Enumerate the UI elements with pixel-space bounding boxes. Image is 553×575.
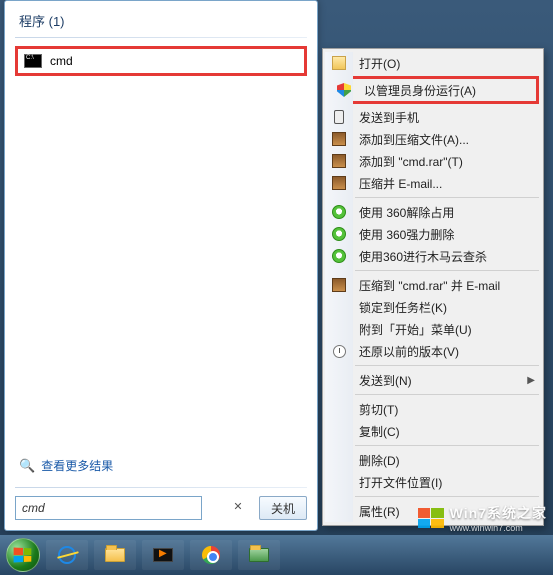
menu-delete[interactable]: 删除(D) bbox=[325, 449, 541, 471]
start-button[interactable] bbox=[6, 538, 40, 572]
menu-add-to-archive-label: 添加到压缩文件(A)... bbox=[359, 131, 469, 148]
program-result-cmd[interactable]: cmd bbox=[18, 52, 304, 70]
taskbar bbox=[0, 535, 553, 575]
360-icon bbox=[331, 248, 347, 264]
program-result-label: cmd bbox=[50, 54, 73, 68]
menu-360-unlock[interactable]: 使用 360解除占用 bbox=[325, 201, 541, 223]
highlight-box-runasadmin: 以管理员身份运行(A) bbox=[327, 76, 539, 104]
menu-360-force-delete-label: 使用 360强力删除 bbox=[359, 226, 454, 243]
menu-add-to-cmdrar[interactable]: 添加到 "cmd.rar"(T) bbox=[325, 150, 541, 172]
windows-flag-icon bbox=[14, 548, 32, 563]
clear-search-icon[interactable]: ✕ bbox=[231, 500, 245, 514]
menu-restore-versions-label: 还原以前的版本(V) bbox=[359, 343, 459, 360]
menu-send-to[interactable]: 发送到(N) ▶ bbox=[325, 369, 541, 391]
programs-header-label: 程序 (1) bbox=[19, 14, 65, 29]
taskbar-item-app[interactable] bbox=[238, 540, 280, 570]
menu-open-file-location[interactable]: 打开文件位置(I) bbox=[325, 471, 541, 493]
watermark-title: Win7系统之家 bbox=[450, 503, 547, 523]
menu-compress-email-label: 压缩并 E-mail... bbox=[359, 175, 442, 192]
search-wrap: ✕ bbox=[15, 496, 249, 520]
pin-icon bbox=[331, 321, 347, 337]
menu-compress-email[interactable]: 压缩并 E-mail... bbox=[325, 172, 541, 194]
menu-separator bbox=[355, 365, 539, 366]
menu-compress-cmdrar-email[interactable]: 压缩到 "cmd.rar" 并 E-mail bbox=[325, 274, 541, 296]
menu-open-label: 打开(O) bbox=[359, 55, 400, 72]
folder-icon bbox=[105, 548, 125, 562]
menu-360-unlock-label: 使用 360解除占用 bbox=[359, 204, 454, 221]
open-icon bbox=[331, 55, 347, 71]
menu-cut[interactable]: 剪切(T) bbox=[325, 398, 541, 420]
app-icon bbox=[249, 548, 269, 562]
menu-separator bbox=[355, 496, 539, 497]
context-menu: 打开(O) 以管理员身份运行(A) 发送到手机 添加到压缩文件(A)... 添加… bbox=[322, 48, 544, 526]
menu-cut-label: 剪切(T) bbox=[359, 401, 398, 418]
menu-360-trojan-scan[interactable]: 使用360进行木马云查杀 bbox=[325, 245, 541, 267]
menu-pin-start-label: 附到「开始」菜单(U) bbox=[359, 321, 472, 338]
watermark: Win7系统之家 www.winwin7.com bbox=[418, 503, 547, 533]
search-row: ✕ 关机 bbox=[15, 496, 307, 520]
rar-icon bbox=[331, 175, 347, 191]
divider bbox=[15, 487, 307, 488]
menu-delete-label: 删除(D) bbox=[359, 452, 400, 469]
rar-icon bbox=[331, 277, 347, 293]
menu-add-to-archive[interactable]: 添加到压缩文件(A)... bbox=[325, 128, 541, 150]
see-more-results-link[interactable]: 🔍 查看更多结果 bbox=[19, 457, 113, 474]
search-input[interactable] bbox=[15, 496, 202, 520]
menu-360-trojan-scan-label: 使用360进行木马云查杀 bbox=[359, 248, 487, 265]
taskbar-item-ie[interactable] bbox=[46, 540, 88, 570]
menu-send-to-label: 发送到(N) bbox=[359, 372, 412, 389]
shield-icon bbox=[336, 82, 352, 98]
menu-separator bbox=[355, 394, 539, 395]
ie-icon bbox=[58, 546, 76, 564]
menu-add-to-cmdrar-label: 添加到 "cmd.rar"(T) bbox=[359, 153, 463, 170]
divider bbox=[15, 37, 307, 38]
360-icon bbox=[331, 204, 347, 220]
menu-separator bbox=[355, 197, 539, 198]
menu-properties-label: 属性(R) bbox=[359, 503, 400, 520]
menu-copy[interactable]: 复制(C) bbox=[325, 420, 541, 442]
results-header: 程序 (1) bbox=[5, 1, 317, 34]
shutdown-button[interactable]: 关机 bbox=[259, 496, 307, 520]
taskbar-item-media[interactable] bbox=[142, 540, 184, 570]
highlight-box-program: cmd bbox=[15, 46, 307, 76]
menu-separator bbox=[355, 270, 539, 271]
windows-logo-icon bbox=[418, 508, 444, 528]
menu-send-to-phone-label: 发送到手机 bbox=[359, 109, 419, 126]
see-more-results-label: 查看更多结果 bbox=[41, 457, 113, 474]
menu-360-force-delete[interactable]: 使用 360强力删除 bbox=[325, 223, 541, 245]
search-icon: 🔍 bbox=[19, 458, 35, 474]
menu-run-as-admin-label: 以管理员身份运行(A) bbox=[364, 82, 476, 99]
taskbar-item-explorer[interactable] bbox=[94, 540, 136, 570]
menu-compress-cmdrar-email-label: 压缩到 "cmd.rar" 并 E-mail bbox=[359, 277, 500, 294]
rar-icon bbox=[331, 153, 347, 169]
watermark-url: www.winwin7.com bbox=[450, 523, 547, 533]
menu-open-file-location-label: 打开文件位置(I) bbox=[359, 474, 442, 491]
menu-pin-start[interactable]: 附到「开始」菜单(U) bbox=[325, 318, 541, 340]
media-player-icon bbox=[153, 548, 173, 562]
cmd-icon bbox=[24, 54, 42, 68]
chrome-icon bbox=[202, 546, 220, 564]
rar-icon bbox=[331, 131, 347, 147]
menu-open[interactable]: 打开(O) bbox=[325, 52, 541, 74]
menu-copy-label: 复制(C) bbox=[359, 423, 400, 440]
menu-separator bbox=[355, 445, 539, 446]
menu-pin-taskbar[interactable]: 锁定到任务栏(K) bbox=[325, 296, 541, 318]
submenu-arrow-icon: ▶ bbox=[527, 375, 535, 386]
menu-send-to-phone[interactable]: 发送到手机 bbox=[325, 106, 541, 128]
phone-icon bbox=[331, 109, 347, 125]
taskbar-item-chrome[interactable] bbox=[190, 540, 232, 570]
menu-pin-taskbar-label: 锁定到任务栏(K) bbox=[359, 299, 447, 316]
clock-icon bbox=[331, 343, 347, 359]
menu-restore-versions[interactable]: 还原以前的版本(V) bbox=[325, 340, 541, 362]
menu-run-as-admin[interactable]: 以管理员身份运行(A) bbox=[330, 79, 536, 101]
360-icon bbox=[331, 226, 347, 242]
start-menu-panel: 程序 (1) cmd 🔍 查看更多结果 ✕ 关机 bbox=[4, 0, 318, 531]
pin-icon bbox=[331, 299, 347, 315]
